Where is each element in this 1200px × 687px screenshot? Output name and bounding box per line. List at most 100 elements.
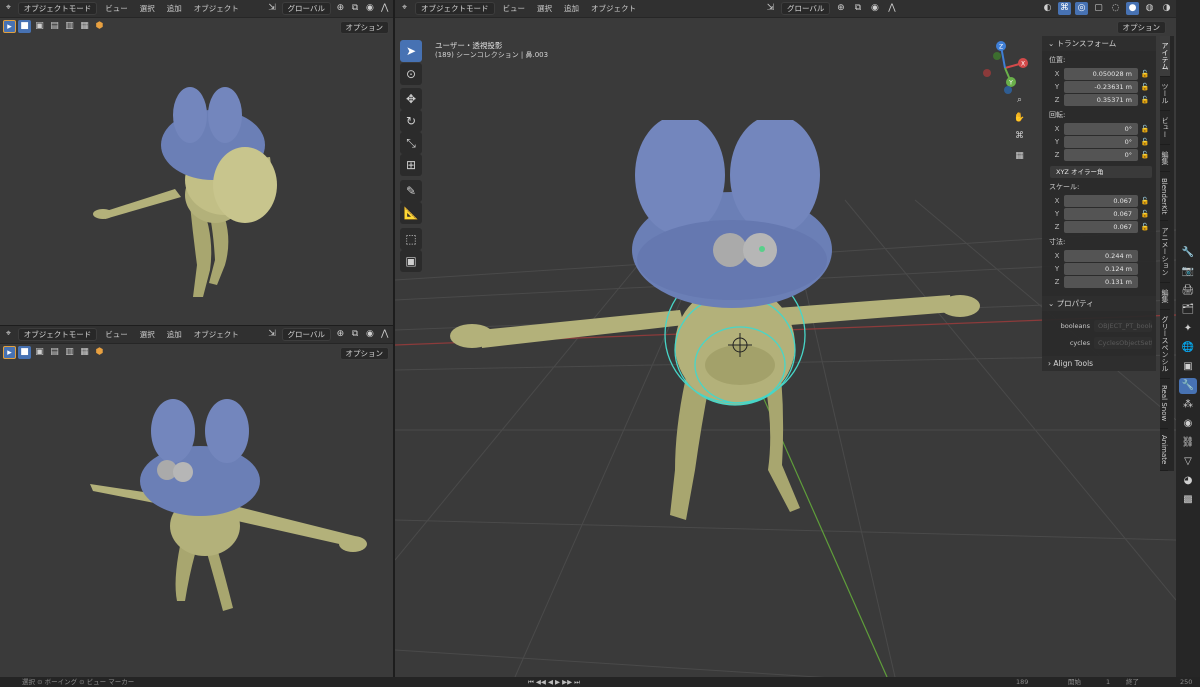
select-invert-icon[interactable]: ▥: [63, 20, 76, 33]
add-object-tool-button[interactable]: ▣: [400, 250, 422, 272]
current-frame[interactable]: 189: [1016, 677, 1028, 687]
addon-cube-icon[interactable]: ⬢: [93, 20, 106, 33]
dimensions-x-value[interactable]: 0.244 m: [1064, 250, 1138, 262]
lock-icon[interactable]: 🔓: [1138, 83, 1152, 91]
select-extend-icon[interactable]: ▣: [33, 20, 46, 33]
move-tool-button[interactable]: ✥: [400, 88, 422, 110]
viewport-top-left[interactable]: ⌖ オブジェクトモード ビュー 選択 追加 オブジェクト ⇲ グローバル ⊕ ⧉…: [0, 0, 393, 325]
constraints-icon[interactable]: ⛓: [1179, 435, 1197, 451]
add-cube-tool-button[interactable]: ⬚: [400, 228, 422, 250]
lock-icon[interactable]: 🔓: [1138, 210, 1152, 218]
select-box-icon[interactable]: ▸: [3, 19, 16, 33]
output-icon[interactable]: 🖨: [1179, 283, 1197, 299]
modifier-wrench-icon[interactable]: 🔧: [1179, 378, 1197, 394]
prop-value[interactable]: CyclesObjectSettin: [1094, 337, 1152, 349]
rotation-y-value[interactable]: 0°: [1064, 136, 1138, 148]
orientation-dropdown[interactable]: グローバル: [281, 2, 331, 15]
tab-edit[interactable]: 編集: [1160, 145, 1170, 172]
tab-tool[interactable]: ツール: [1160, 77, 1170, 111]
location-x-value[interactable]: 0.050028 m: [1064, 68, 1138, 80]
addon-cube-icon[interactable]: ⬢: [93, 346, 106, 359]
tab-blenderkit[interactable]: BlenderKit: [1160, 172, 1168, 222]
select-invert-icon[interactable]: ▥: [63, 346, 76, 359]
material-icon[interactable]: ◕: [1179, 473, 1197, 489]
lock-icon[interactable]: 🔓: [1138, 223, 1152, 231]
properties-section-header[interactable]: ⌄ プロパティ: [1042, 296, 1156, 311]
tab-edit-2[interactable]: 編集: [1160, 283, 1170, 311]
menu-object[interactable]: オブジェクト: [190, 329, 243, 340]
rotation-y-field[interactable]: Y 0° 🔓: [1050, 136, 1152, 148]
menu-add[interactable]: 追加: [163, 3, 186, 14]
falloff-icon[interactable]: ⋀: [379, 2, 390, 15]
tab-animation[interactable]: アニメーション: [1160, 221, 1170, 284]
dimensions-y-field[interactable]: Y 0.124 m: [1050, 263, 1152, 275]
camera-icon[interactable]: ⌘: [1013, 130, 1026, 143]
tab-real-snow[interactable]: Real Snow: [1160, 379, 1168, 429]
tab-grease-pencil[interactable]: グリースペンシル: [1160, 310, 1170, 380]
tab-view[interactable]: ビュー: [1160, 111, 1170, 145]
rotation-mode-value[interactable]: XYZ オイラー角: [1050, 166, 1152, 178]
cursor-tool-button[interactable]: ⊙: [400, 63, 422, 85]
options-dropdown[interactable]: オプション: [339, 347, 389, 360]
select-intersect-icon[interactable]: ▦: [78, 346, 91, 359]
location-z-field[interactable]: Z 0.35371 m 🔓: [1050, 94, 1152, 106]
dimensions-z-field[interactable]: Z 0.131 m: [1050, 276, 1152, 288]
menu-view[interactable]: ビュー: [101, 329, 132, 340]
snap-icon[interactable]: ⧉: [350, 328, 361, 341]
select-box-icon[interactable]: ▸: [3, 345, 16, 359]
particles-icon[interactable]: ⁂: [1179, 397, 1197, 413]
measure-tool-button[interactable]: 📐: [400, 202, 422, 224]
scale-y-field[interactable]: Y 0.067 🔓: [1050, 208, 1152, 220]
object-icon[interactable]: ▣: [1179, 359, 1197, 375]
pivot-icon[interactable]: ⊕: [335, 2, 346, 15]
tab-item[interactable]: アイテム: [1160, 36, 1170, 77]
playback-controls[interactable]: ⏮ ◀◀ ◀ ▶ ▶▶ ⏭: [528, 677, 580, 687]
align-tools-section-header[interactable]: › Align Tools: [1042, 356, 1156, 371]
dimensions-z-value[interactable]: 0.131 m: [1064, 276, 1138, 288]
mode-dropdown[interactable]: オブジェクトモード: [17, 328, 98, 341]
texture-icon[interactable]: ▩: [1179, 492, 1197, 508]
lock-icon[interactable]: 🔓: [1138, 96, 1152, 104]
editor-type-icon[interactable]: ⌖: [3, 328, 14, 341]
rotation-mode-select[interactable]: XYZ オイラー角: [1050, 166, 1152, 178]
view-layer-icon[interactable]: 🗂: [1179, 302, 1197, 318]
start-frame[interactable]: 1: [1106, 677, 1110, 687]
object-data-icon[interactable]: ▽: [1179, 454, 1197, 470]
prop-value[interactable]: OBJECT_PT_booleans: [1094, 320, 1152, 332]
scene-icon[interactable]: ✦: [1179, 321, 1197, 337]
world-icon[interactable]: 🌐: [1179, 340, 1197, 356]
proportional-icon[interactable]: ◉: [365, 328, 376, 341]
scale-z-field[interactable]: Z 0.067 🔓: [1050, 221, 1152, 233]
mode-dropdown[interactable]: オブジェクトモード: [17, 2, 98, 15]
orientation-dropdown[interactable]: グローバル: [281, 328, 331, 341]
rotation-x-value[interactable]: 0°: [1064, 123, 1138, 135]
zoom-icon[interactable]: ⌕: [1013, 94, 1026, 107]
scale-tool-button[interactable]: ⤡: [400, 132, 422, 154]
transform-section-header[interactable]: ⌄ トランスフォーム: [1042, 36, 1156, 51]
select-extend-icon[interactable]: ▣: [33, 346, 46, 359]
lock-icon[interactable]: 🔓: [1138, 125, 1152, 133]
select-new-icon[interactable]: ■: [18, 19, 31, 33]
editor-type-icon[interactable]: ⌖: [3, 2, 14, 15]
scale-z-value[interactable]: 0.067: [1064, 221, 1138, 233]
location-z-value[interactable]: 0.35371 m: [1064, 94, 1138, 106]
menu-select[interactable]: 選択: [136, 3, 159, 14]
options-dropdown[interactable]: オプション: [339, 21, 389, 34]
pan-hand-icon[interactable]: ✋: [1013, 112, 1026, 125]
tab-animate[interactable]: Animate: [1160, 429, 1168, 471]
viewport-bottom-left[interactable]: ⌖ オブジェクトモード ビュー 選択 追加 オブジェクト ⇲ グローバル ⊕ ⧉…: [0, 326, 393, 677]
rotate-tool-button[interactable]: ↻: [400, 110, 422, 132]
navigation-gizmo[interactable]: X Z Y: [975, 38, 1035, 100]
lock-icon[interactable]: 🔓: [1138, 70, 1152, 78]
transform-tool-button[interactable]: ⊞: [400, 154, 422, 176]
menu-select[interactable]: 選択: [136, 329, 159, 340]
select-subtract-icon[interactable]: ▤: [48, 346, 61, 359]
dimensions-y-value[interactable]: 0.124 m: [1064, 263, 1138, 275]
scale-y-value[interactable]: 0.067: [1064, 208, 1138, 220]
render-icon[interactable]: 📷: [1179, 264, 1197, 280]
menu-add[interactable]: 追加: [163, 329, 186, 340]
rotation-z-value[interactable]: 0°: [1064, 149, 1138, 161]
prop-row-booleans[interactable]: booleans OBJECT_PT_booleans: [1050, 319, 1152, 333]
annotate-tool-button[interactable]: ✎: [400, 180, 422, 202]
scale-x-field[interactable]: X 0.067 🔓: [1050, 195, 1152, 207]
